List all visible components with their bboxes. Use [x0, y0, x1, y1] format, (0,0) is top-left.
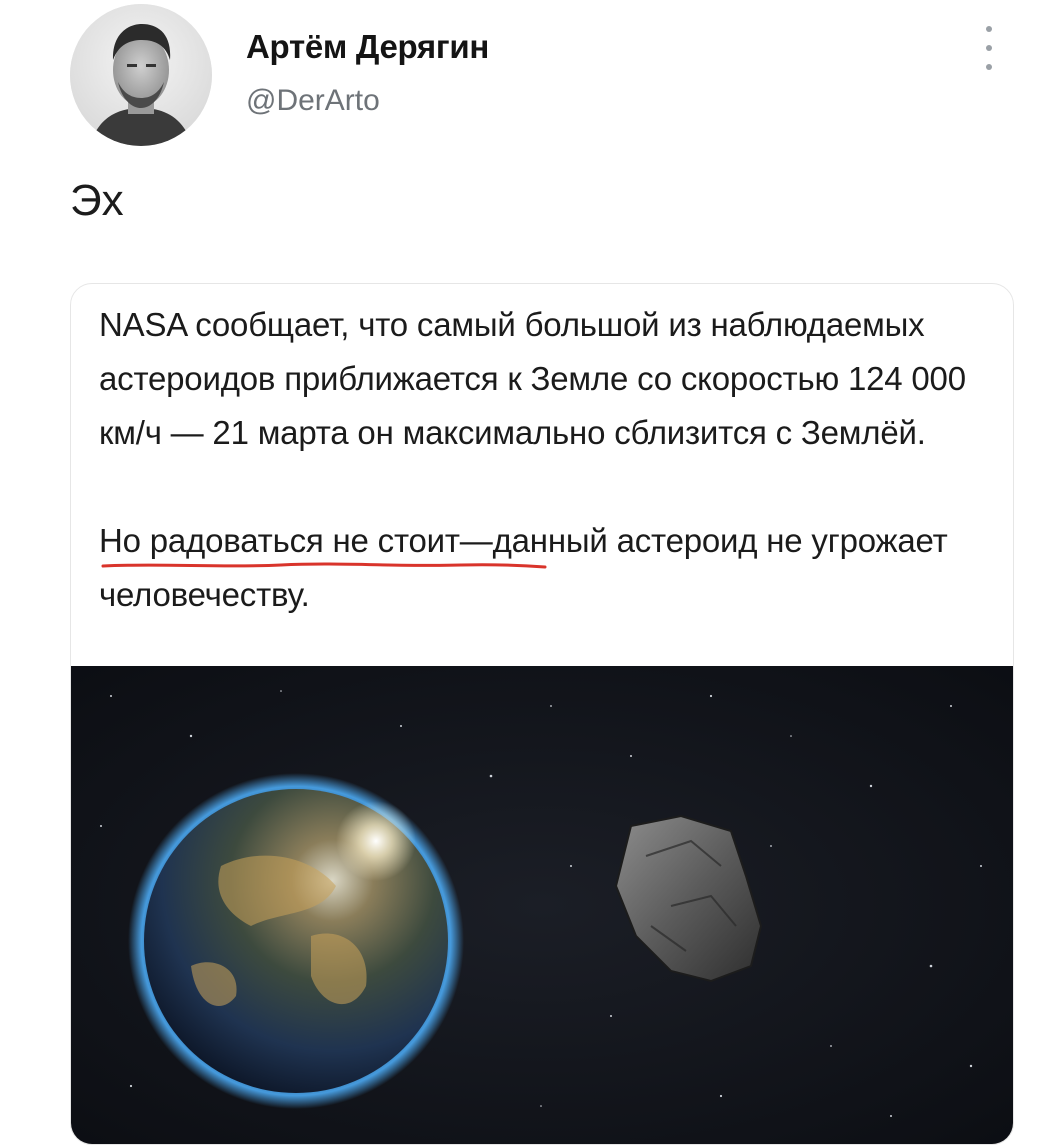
tweet-card: Артём Дерягин @DerArto Эх NASA сообщает,…	[0, 0, 1053, 1146]
author-handle[interactable]: @DerArto	[246, 84, 380, 118]
red-underline-mark	[101, 562, 547, 569]
sun-glare	[336, 801, 416, 881]
card-text: NASA сообщает, что самый большой из набл…	[99, 298, 989, 622]
more-vertical-icon[interactable]	[978, 26, 1000, 70]
quoted-media-card[interactable]: NASA сообщает, что самый большой из набл…	[70, 283, 1014, 1145]
card-paragraph-1: NASA сообщает, что самый большой из набл…	[99, 306, 966, 451]
more-dot	[986, 64, 992, 70]
more-dot	[986, 26, 992, 32]
avatar-photo-icon	[70, 4, 212, 146]
card-paragraph-2-wrap: Но радоваться не стоит—данный астероид н…	[99, 514, 989, 622]
more-dot	[986, 45, 992, 51]
author-name[interactable]: Артём Дерягин	[246, 28, 489, 66]
author-avatar[interactable]	[70, 4, 212, 146]
earth-asteroid-image	[71, 666, 1013, 1144]
tweet-text: Эх	[70, 176, 124, 225]
